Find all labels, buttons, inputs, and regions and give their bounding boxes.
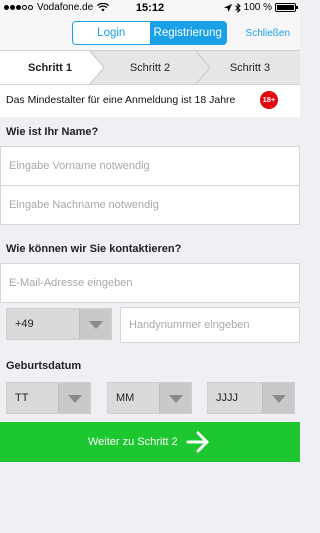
email-field[interactable]: E-Mail-Adresse eingeben — [0, 263, 300, 303]
chevron-down-icon — [169, 395, 183, 403]
first-name-placeholder: Eingabe Vorname notwendig — [9, 160, 150, 172]
birth-year-value: JJJJ — [216, 392, 238, 404]
auth-segmented-control: Login Registrierung — [72, 21, 227, 45]
chevron-down-icon — [68, 395, 82, 403]
email-placeholder: E-Mail-Adresse eingeben — [9, 277, 133, 289]
country-code-select[interactable]: +49 — [6, 308, 112, 340]
first-name-field[interactable]: Eingabe Vorname notwendig — [0, 146, 300, 186]
birth-day-select[interactable]: TT — [6, 382, 91, 414]
last-name-field[interactable]: Eingabe Nachname notwendig — [0, 185, 300, 225]
battery-fill — [277, 5, 294, 10]
country-code-value: +49 — [15, 318, 34, 330]
birth-year-select[interactable]: JJJJ — [207, 382, 295, 414]
arrow-right-icon — [186, 431, 209, 453]
contact-section-title: Wie können wir Sie kontaktieren? — [6, 243, 182, 255]
birth-month-select[interactable]: MM — [107, 382, 192, 414]
battery-percentage: 100 % — [243, 2, 272, 13]
continue-to-step-2-button[interactable]: Weiter zu Schritt 2 — [0, 422, 300, 462]
chevron-down-icon — [272, 395, 286, 403]
continue-button-label: Weiter zu Schritt 2 — [88, 436, 178, 448]
step-3: Schritt 3 — [229, 62, 271, 74]
birthdate-section-title: Geburtsdatum — [6, 360, 82, 372]
battery-icon — [275, 3, 298, 12]
close-button[interactable]: Schließen — [246, 28, 290, 39]
chevron-down-icon — [89, 321, 103, 329]
mobile-number-field[interactable]: Handynummer eingeben — [120, 307, 300, 343]
country-code-dropdown-arrow[interactable] — [79, 309, 111, 339]
navigation-bar: Login Registrierung Schließen — [0, 17, 300, 50]
birth-year-dropdown-arrow[interactable] — [262, 383, 294, 413]
age-18-badge: 18+ — [260, 91, 278, 109]
bluetooth-icon — [234, 2, 241, 13]
last-name-placeholder: Eingabe Nachname notwendig — [9, 199, 159, 211]
age-notice-text: Das Mindestalter für eine Anmeldung ist … — [6, 94, 236, 106]
birth-day-dropdown-arrow[interactable] — [58, 383, 90, 413]
tab-login[interactable]: Login — [73, 22, 150, 44]
status-bar: Vodafone.de 15:12 100 % — [0, 0, 300, 17]
mobile-number-placeholder: Handynummer eingeben — [129, 319, 250, 331]
birth-month-value: MM — [116, 392, 135, 404]
age-notice: Das Mindestalter für eine Anmeldung ist … — [0, 85, 300, 117]
step-1: Schritt 1 — [27, 62, 72, 74]
birth-month-dropdown-arrow[interactable] — [159, 383, 191, 413]
name-section-title: Wie ist Ihr Name? — [6, 126, 99, 138]
tab-registration[interactable]: Registrierung — [149, 22, 226, 44]
birth-day-value: TT — [15, 392, 29, 404]
step-2: Schritt 2 — [129, 62, 171, 74]
location-arrow-icon — [223, 3, 232, 12]
step-progress: Schritt 1 Schritt 2 Schritt 3 — [0, 50, 300, 85]
